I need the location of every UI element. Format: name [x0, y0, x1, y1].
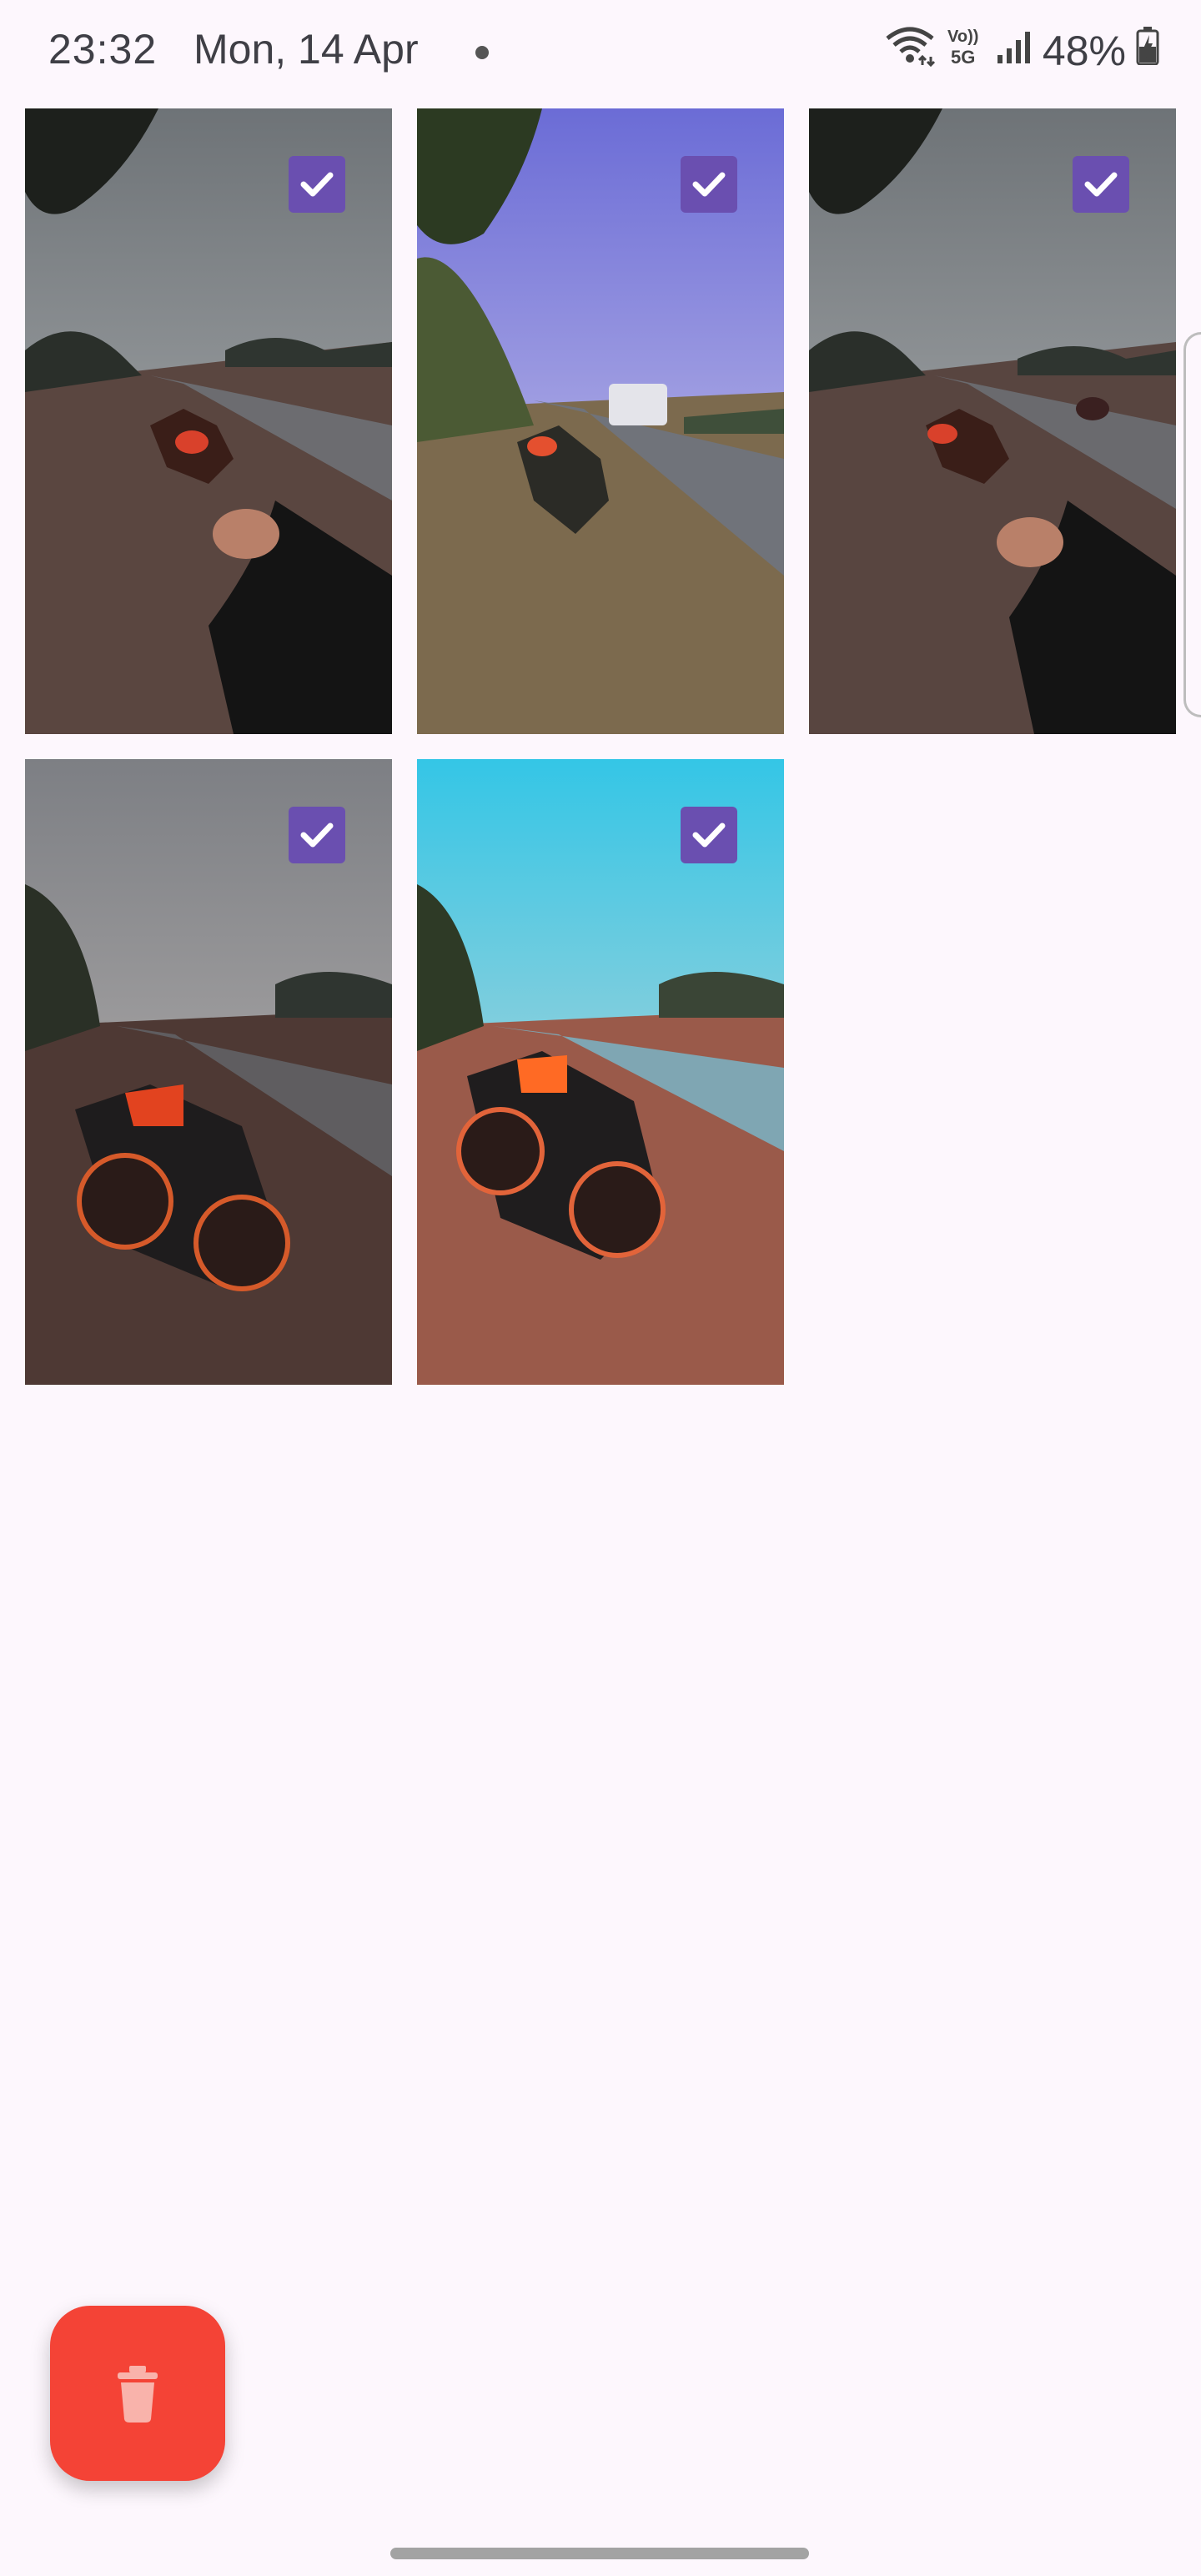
svg-text:5G: 5G	[951, 47, 975, 67]
photo-4[interactable]	[25, 759, 392, 1385]
notification-dot	[475, 46, 489, 59]
status-icons: Vo)) 5G 48%	[884, 25, 1159, 77]
photo-2[interactable]	[417, 108, 784, 734]
check-icon	[692, 172, 726, 197]
battery-charging-icon	[1136, 27, 1159, 75]
photo-1[interactable]	[25, 108, 392, 734]
svg-text:Vo)): Vo))	[947, 28, 978, 46]
screen: 23:32 Mon, 14 Apr Vo)) 5G 48%	[0, 0, 1201, 2576]
battery-percent: 48%	[1042, 28, 1126, 74]
status-time: 23:32	[48, 26, 158, 73]
status-date: Mon, 14 Apr	[193, 26, 419, 73]
check-icon	[692, 823, 726, 848]
wifi-icon	[884, 25, 936, 77]
photo-5[interactable]	[417, 759, 784, 1385]
edge-panel-handle[interactable]	[1183, 332, 1201, 717]
selected-checkbox[interactable]	[681, 156, 737, 213]
delete-button[interactable]	[50, 2306, 225, 2481]
photo-3[interactable]	[809, 108, 1176, 734]
trash-icon	[118, 2366, 158, 2423]
check-icon	[1084, 172, 1118, 197]
status-bar: 23:32 Mon, 14 Apr Vo)) 5G 48%	[0, 0, 1201, 104]
selected-checkbox[interactable]	[289, 156, 345, 213]
volte-5g-icon: Vo)) 5G	[946, 25, 986, 77]
selected-checkbox[interactable]	[289, 807, 345, 863]
check-icon	[300, 823, 334, 848]
selected-checkbox[interactable]	[681, 807, 737, 863]
gesture-nav-handle[interactable]	[390, 2548, 809, 2559]
selected-checkbox[interactable]	[1073, 156, 1129, 213]
check-icon	[300, 172, 334, 197]
signal-icon	[996, 27, 1033, 75]
